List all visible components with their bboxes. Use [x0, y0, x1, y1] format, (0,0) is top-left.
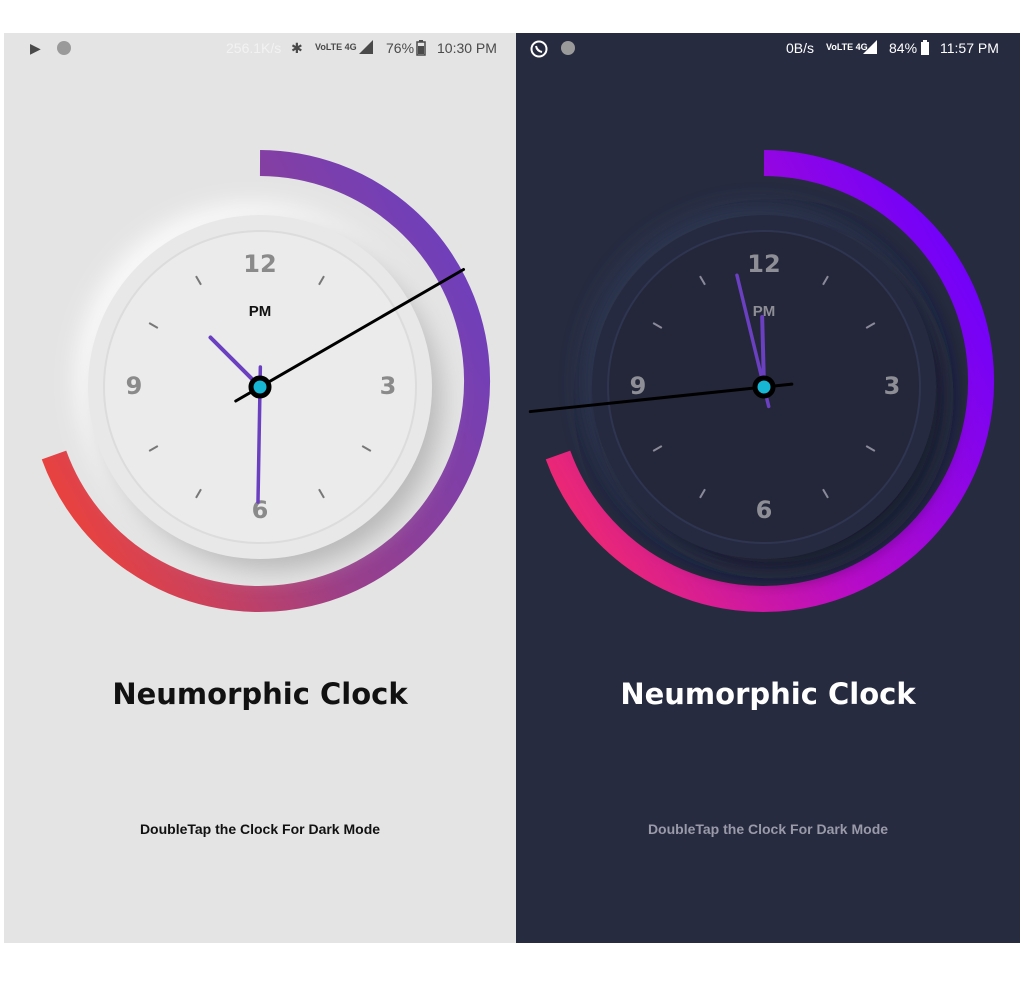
numeral-12: 12 [747, 250, 780, 278]
status-bar: ▶ 256.1K/s ✱ VoLTE 4G 76% 10:30 PM [4, 33, 516, 61]
numeral-6: 6 [756, 496, 773, 524]
notification-dot-icon [560, 40, 576, 59]
numeral-3: 3 [884, 372, 901, 400]
numeral-3: 3 [380, 372, 397, 400]
notification-dot-icon [56, 40, 72, 59]
play-icon: ▶ [30, 40, 41, 56]
battery-percent: 76% [386, 40, 415, 56]
bluetooth-icon: ✱ [291, 40, 303, 56]
center-pin [752, 375, 776, 399]
analog-clock[interactable]: 12 3 6 9 PM [4, 113, 516, 633]
analog-clock[interactable]: 12 3 6 9 PM [516, 113, 1020, 633]
numeral-9: 9 [630, 372, 647, 400]
network-speed: 0B/s [786, 40, 815, 56]
whatsapp-icon [530, 40, 548, 61]
clock-time: 11:57 PM [940, 40, 999, 56]
volte-indicator: VoLTE 4G [315, 42, 357, 52]
numeral-12: 12 [243, 250, 276, 278]
numeral-6: 6 [252, 496, 269, 524]
battery-percent: 84% [889, 40, 918, 56]
dark-mode-hint: DoubleTap the Clock For Dark Mode [647, 821, 889, 837]
signal-icon [359, 40, 373, 57]
clock-time: 10:30 PM [437, 40, 497, 56]
light-mode-screen: ▶ 256.1K/s ✱ VoLTE 4G 76% 10:30 PM 12 3 … [4, 33, 516, 943]
signal-icon [863, 40, 877, 57]
battery-icon [416, 40, 426, 59]
app-title: Neumorphic Clock [112, 677, 408, 711]
dark-mode-hint: DoubleTap the Clock For Dark Mode [139, 821, 381, 837]
dark-mode-screen: 0B/s VoLTE 4G 84% 11:57 PM 12 3 6 9 PM N… [516, 33, 1020, 943]
network-speed: 256.1K/s [226, 40, 282, 56]
volte-indicator: VoLTE 4G [826, 42, 868, 52]
center-pin [248, 375, 272, 399]
numeral-9: 9 [126, 372, 143, 400]
am-pm-label: PM [249, 303, 272, 320]
status-bar: 0B/s VoLTE 4G 84% 11:57 PM [516, 33, 1020, 61]
battery-icon [920, 40, 930, 59]
app-title: Neumorphic Clock [620, 677, 916, 711]
